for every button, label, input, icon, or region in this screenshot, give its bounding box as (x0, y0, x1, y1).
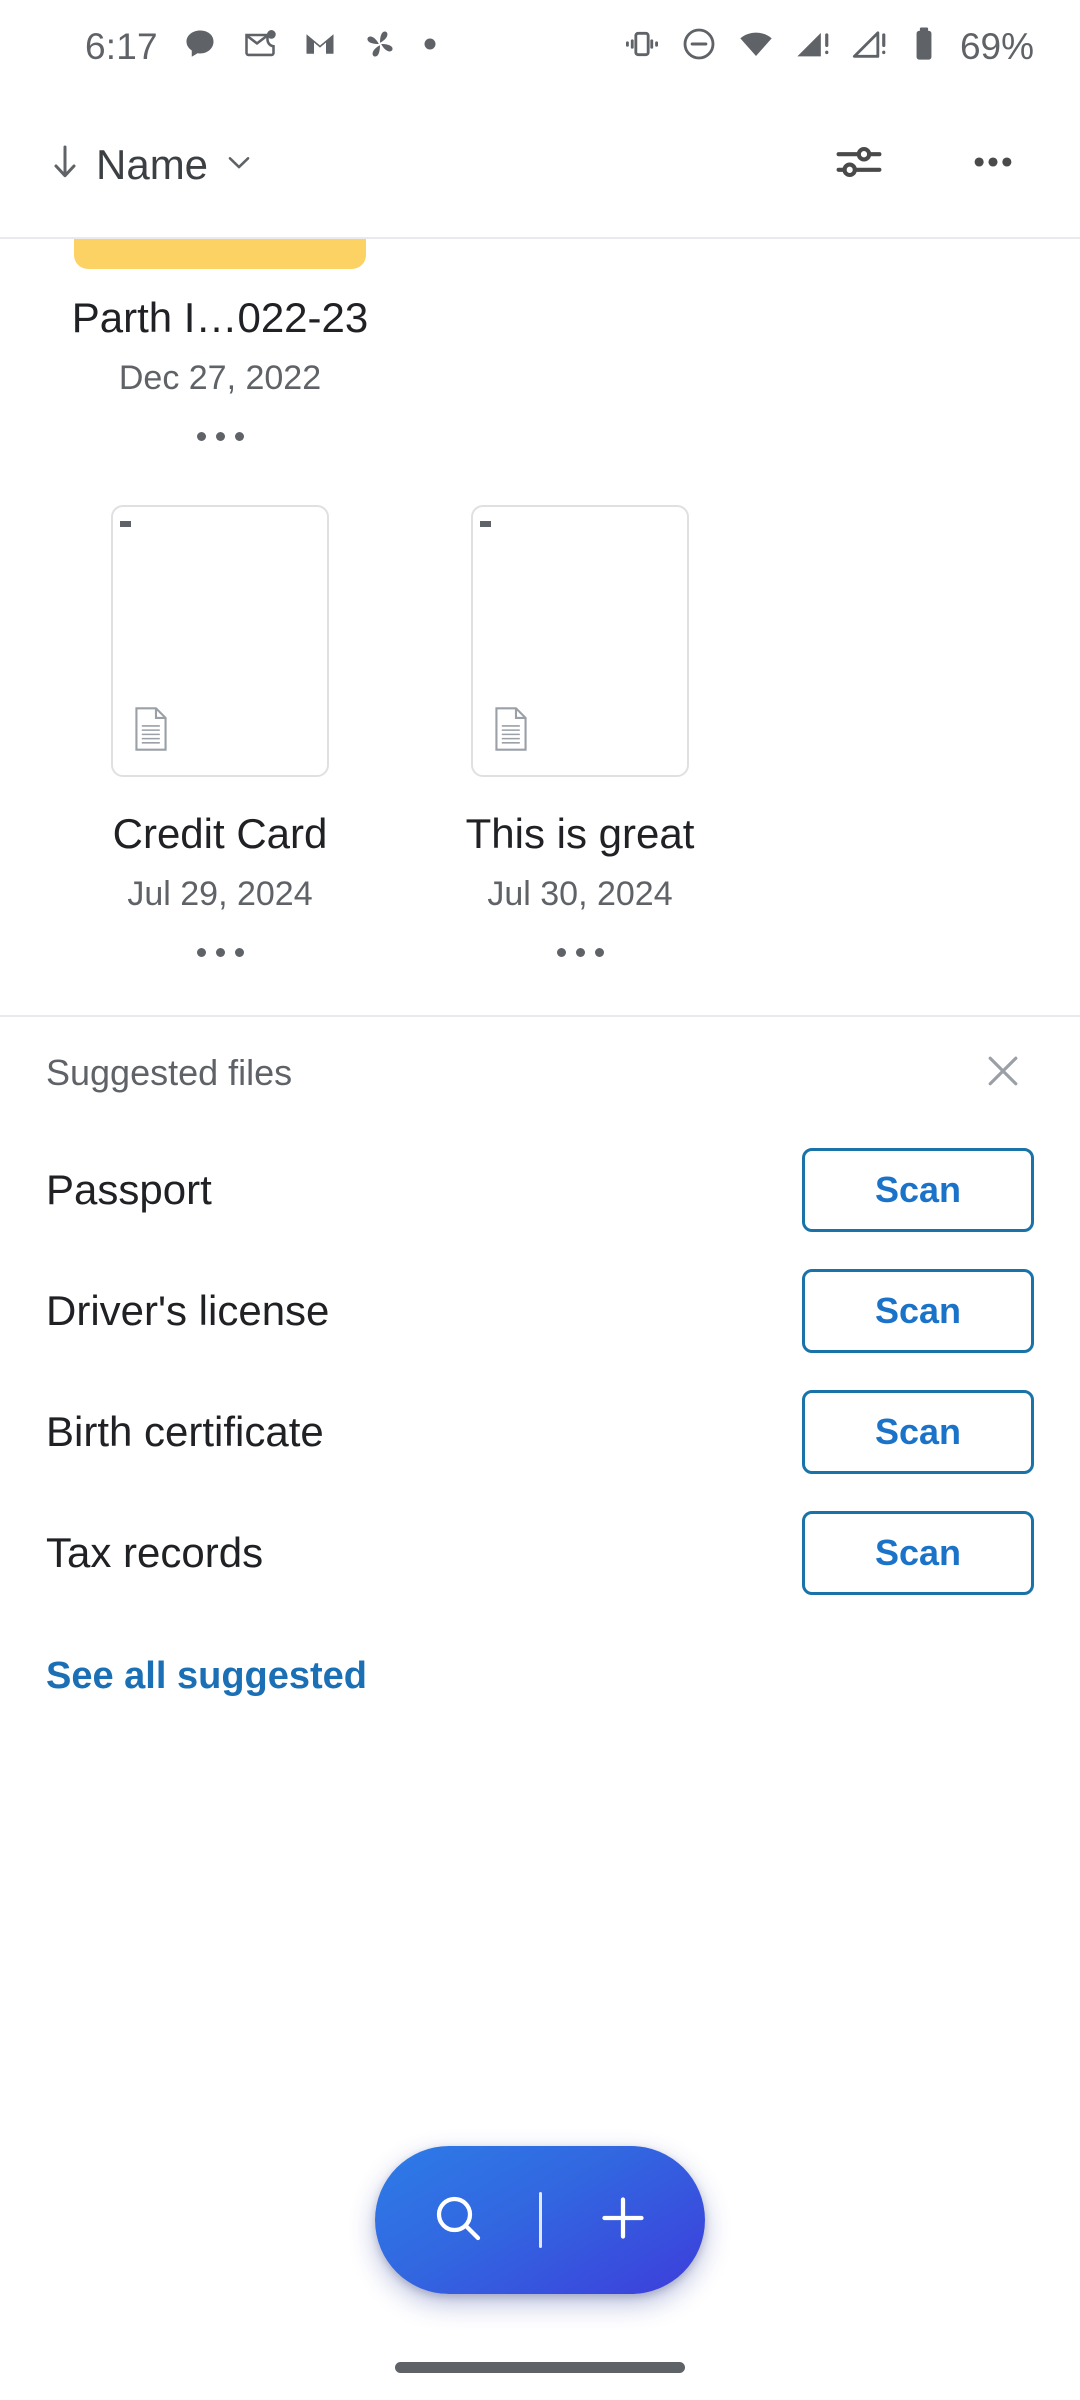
search-icon (428, 2188, 488, 2253)
see-all-suggested-link[interactable]: See all suggested (46, 1613, 367, 1695)
arrow-down-icon (48, 142, 82, 187)
filter-button[interactable] (818, 124, 900, 206)
pinwheel-icon (362, 26, 398, 67)
status-time: 6:17 (85, 28, 158, 65)
chevron-down-icon (222, 145, 256, 184)
scan-button[interactable]: Scan (802, 1269, 1034, 1353)
file-cell-this-is-great[interactable]: This is great Jul 30, 2024 (400, 505, 760, 977)
wifi-icon (736, 24, 776, 69)
document-thumbnail[interactable] (111, 505, 329, 777)
document-file-icon (491, 706, 531, 757)
status-bar-right: 69% (622, 24, 1034, 69)
suggested-row-drivers-license: Driver's license Scan (46, 1250, 1034, 1371)
file-title: Credit Card (113, 813, 328, 855)
dismiss-suggested-button[interactable] (972, 1042, 1034, 1104)
sort-button[interactable]: Name (40, 136, 264, 193)
suggested-label: Passport (46, 1169, 212, 1211)
suggested-row-birth-certificate: Birth certificate Scan (46, 1371, 1034, 1492)
scan-button[interactable]: Scan (802, 1390, 1034, 1474)
file-date: Jul 29, 2024 (127, 877, 312, 911)
folder-card[interactable]: 6 (74, 239, 366, 269)
status-bar-left: 6:17 (85, 26, 438, 67)
gmail-icon (302, 26, 338, 67)
file-cell-folder[interactable]: 6 Parth I…022-23 Dec 27, 2022 (40, 239, 400, 461)
document-row: Credit Card Jul 29, 2024 (0, 505, 1080, 977)
document-file-icon (131, 706, 171, 757)
file-grid: 6 Parth I…022-23 Dec 27, 2022 (0, 239, 1080, 1017)
floating-action-area (0, 2146, 1080, 2294)
file-date: Dec 27, 2022 (119, 361, 321, 395)
file-more-button[interactable] (185, 411, 255, 461)
battery-percentage: 69% (960, 28, 1034, 65)
app-screen: 6:17 (0, 0, 1080, 2400)
more-horiz-icon (197, 432, 244, 441)
suggested-label: Tax records (46, 1532, 263, 1574)
file-title: Parth I…022-23 (72, 297, 369, 339)
dot-icon (422, 36, 438, 57)
email-unread-icon (242, 26, 278, 67)
tune-sliders-icon (833, 136, 885, 193)
system-navigation-bar (0, 2334, 1080, 2400)
file-cell-credit-card[interactable]: Credit Card Jul 29, 2024 (40, 505, 400, 977)
suggested-files-header: Suggested files (46, 1017, 1034, 1129)
fab-divider (539, 2192, 542, 2248)
folder-row: 6 Parth I…022-23 Dec 27, 2022 (0, 239, 1080, 461)
fab-search-button[interactable] (375, 2146, 540, 2294)
thumbnail-mark-icon (480, 521, 491, 527)
overflow-menu-button[interactable] (952, 124, 1034, 206)
suggested-files-title: Suggested files (46, 1055, 292, 1091)
scan-button[interactable]: Scan (802, 1148, 1034, 1232)
toolbar: Name (0, 92, 1080, 239)
scan-button[interactable]: Scan (802, 1511, 1034, 1595)
file-more-button[interactable] (185, 927, 255, 977)
more-horiz-icon (197, 948, 244, 957)
toolbar-actions (818, 124, 1034, 206)
more-vert-icon (967, 136, 1019, 193)
signal-sim2-alert-icon (850, 24, 890, 69)
signal-sim1-alert-icon (793, 24, 833, 69)
thumbnail-mark-icon (120, 521, 131, 527)
battery-icon (907, 25, 941, 68)
do-not-disturb-icon (679, 24, 719, 69)
suggested-files-section: Suggested files Passport Scan Driver's l… (0, 1017, 1080, 1695)
vibrate-icon (622, 24, 662, 69)
suggested-label: Driver's license (46, 1290, 329, 1332)
file-browser-content: 6 Parth I…022-23 Dec 27, 2022 (0, 239, 1080, 2400)
close-icon (979, 1047, 1027, 1100)
more-horiz-icon (557, 948, 604, 957)
document-thumbnail[interactable] (471, 505, 689, 777)
file-more-button[interactable] (545, 927, 615, 977)
suggested-row-passport: Passport Scan (46, 1129, 1034, 1250)
file-title: This is great (466, 813, 695, 855)
folder-thumbnail-clip: 6 (74, 239, 366, 269)
file-date: Jul 30, 2024 (487, 877, 672, 911)
fab-wrap (375, 2146, 705, 2294)
sort-label: Name (96, 144, 208, 186)
suggested-label: Birth certificate (46, 1411, 324, 1453)
fab-add-button[interactable] (540, 2146, 705, 2294)
status-bar: 6:17 (0, 0, 1080, 92)
suggested-row-tax-records: Tax records Scan (46, 1492, 1034, 1613)
gesture-home-pill[interactable] (395, 2362, 685, 2373)
plus-icon (593, 2188, 653, 2253)
chat-bubble-icon (182, 26, 218, 67)
